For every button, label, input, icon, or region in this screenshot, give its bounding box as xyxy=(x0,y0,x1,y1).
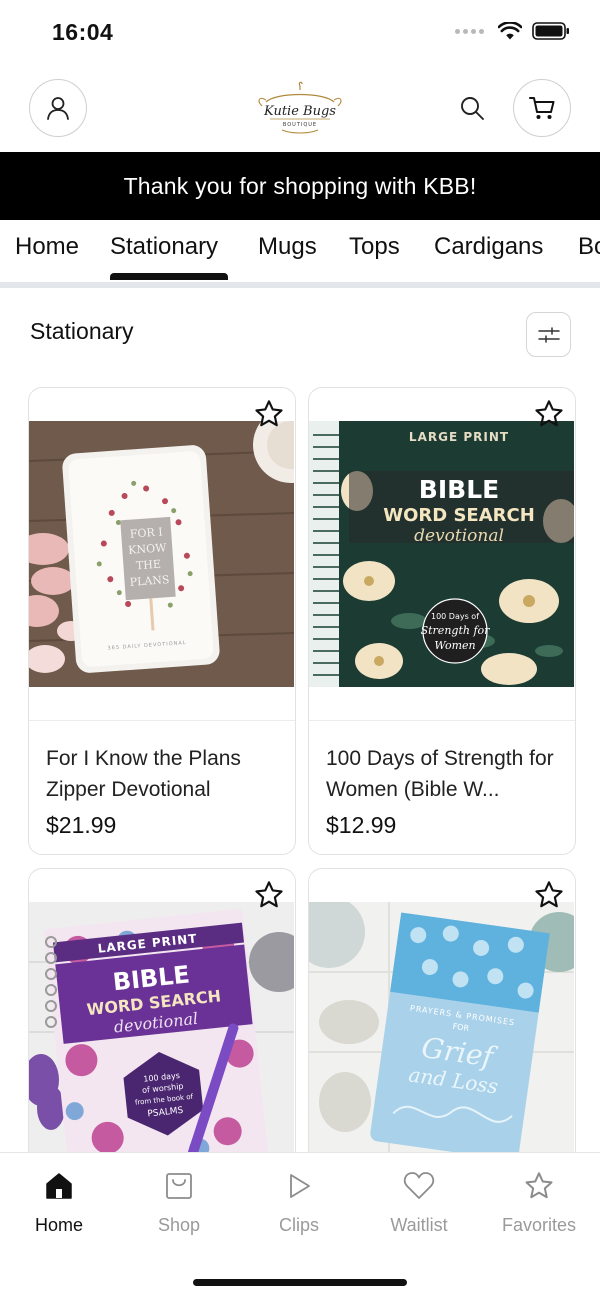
card-divider xyxy=(309,720,575,721)
product-image[interactable]: LARGE PRINT BIBLE WORD SEARCH devotional… xyxy=(309,421,574,687)
nav-shop-label: Shop xyxy=(157,1215,201,1235)
home-indicator[interactable] xyxy=(193,1279,407,1286)
cart-icon xyxy=(529,97,555,119)
product-price: $12.99 xyxy=(326,812,397,838)
cover-text-line: devotional xyxy=(414,526,504,546)
favorite-button[interactable] xyxy=(531,877,567,913)
nav-home[interactable]: Home xyxy=(4,1169,114,1236)
tab-partial[interactable]: Bo xyxy=(578,233,600,261)
account-button[interactable] xyxy=(29,79,87,137)
star-outline-icon xyxy=(535,881,563,908)
status-icons xyxy=(455,22,570,40)
product-card[interactable]: LARGE PRINT BIBLE WORD SEARCH devotional… xyxy=(28,868,296,1168)
product-name[interactable]: 100 Days of Strength for Women (Bible W.… xyxy=(326,743,564,805)
favorite-button[interactable] xyxy=(531,396,567,432)
badge-text: Strength for xyxy=(421,624,491,637)
category-tabs: Home Stationary Mugs Tops Cardigans Bo xyxy=(0,220,600,282)
cover-text-line: KNOW xyxy=(128,541,168,557)
filter-button[interactable] xyxy=(526,312,571,357)
product-image[interactable]: PRAYERS & PROMISES FOR Grief and Loss xyxy=(309,902,574,1167)
tab-stationary[interactable]: Stationary xyxy=(110,233,218,261)
announcement-banner: Thank you for shopping with KBB! xyxy=(0,152,600,220)
tabs-divider xyxy=(0,282,600,288)
cover-text-line: WORD SEARCH xyxy=(383,505,535,526)
search-button[interactable] xyxy=(454,90,490,126)
status-bar: 16:04 xyxy=(0,0,600,66)
app-header: Kutie Bugs BOUTIQUE xyxy=(0,66,600,152)
banner-text: Thank you for shopping with KBB! xyxy=(123,172,477,199)
nav-waitlist[interactable]: Waitlist xyxy=(364,1169,474,1236)
tab-mugs[interactable]: Mugs xyxy=(258,233,317,261)
bottom-navigation: Home Shop Clips Waitlist Favorites xyxy=(0,1152,600,1299)
tab-tops[interactable]: Tops xyxy=(349,233,400,261)
cart-button[interactable] xyxy=(513,79,571,137)
battery-icon xyxy=(532,22,569,40)
favorite-button[interactable] xyxy=(251,877,287,913)
cover-text-line: BIBLE xyxy=(419,475,499,504)
product-image[interactable]: LARGE PRINT BIBLE WORD SEARCH devotional… xyxy=(29,902,294,1167)
nav-clips[interactable]: Clips xyxy=(244,1169,354,1236)
play-icon xyxy=(290,1174,310,1198)
nav-favorites[interactable]: Favorites xyxy=(484,1169,594,1236)
badge-text: Women xyxy=(434,639,475,652)
logo-text: Kutie Bugs xyxy=(263,104,336,119)
cover-text-line: THE xyxy=(136,558,162,573)
user-icon xyxy=(47,97,69,120)
star-outline-icon xyxy=(255,400,283,427)
tab-cardigans[interactable]: Cardigans xyxy=(434,233,543,261)
cover-text-line: PLANS xyxy=(129,573,170,589)
badge-text: 100 Days of xyxy=(431,612,479,621)
active-tab-indicator xyxy=(110,273,228,280)
product-card[interactable]: PRAYERS & PROMISES FOR Grief and Loss xyxy=(308,868,576,1168)
product-price: $21.99 xyxy=(46,812,117,838)
search-icon xyxy=(461,97,484,120)
cover-text-line: FOR I xyxy=(129,525,163,540)
product-card[interactable]: LARGE PRINT BIBLE WORD SEARCH devotional… xyxy=(308,387,576,855)
cover-text-line: LARGE PRINT xyxy=(409,430,509,444)
favorite-button[interactable] xyxy=(251,396,287,432)
nav-waitlist-label: Waitlist xyxy=(390,1215,448,1235)
product-name[interactable]: For I Know the Plans Zipper Devotional xyxy=(46,743,284,805)
nav-clips-label: Clips xyxy=(278,1215,319,1235)
heart-icon xyxy=(403,1172,435,1199)
nav-shop[interactable]: Shop xyxy=(124,1169,234,1236)
nav-home-label: Home xyxy=(34,1215,83,1235)
star-outline-icon xyxy=(255,881,283,908)
product-card[interactable]: FOR I KNOW THE PLANS 365 DAILY DEVOTIONA… xyxy=(28,387,296,855)
section-title: Stationary xyxy=(30,318,134,344)
wifi-icon xyxy=(498,22,522,40)
card-divider xyxy=(29,720,295,721)
star-icon xyxy=(525,1172,553,1199)
logo-subtext: BOUTIQUE xyxy=(283,122,317,128)
store-logo[interactable]: Kutie Bugs BOUTIQUE xyxy=(246,80,354,136)
shopping-bag-icon xyxy=(166,1173,192,1199)
star-outline-icon xyxy=(535,400,563,427)
tab-home[interactable]: Home xyxy=(15,233,79,261)
filter-sliders-icon xyxy=(537,326,560,343)
status-time: 16:04 xyxy=(52,19,114,45)
cellular-signal-icon xyxy=(455,28,484,34)
home-icon xyxy=(46,1173,72,1199)
product-image[interactable]: FOR I KNOW THE PLANS 365 DAILY DEVOTIONA… xyxy=(29,421,294,687)
nav-favorites-label: Favorites xyxy=(501,1215,577,1235)
